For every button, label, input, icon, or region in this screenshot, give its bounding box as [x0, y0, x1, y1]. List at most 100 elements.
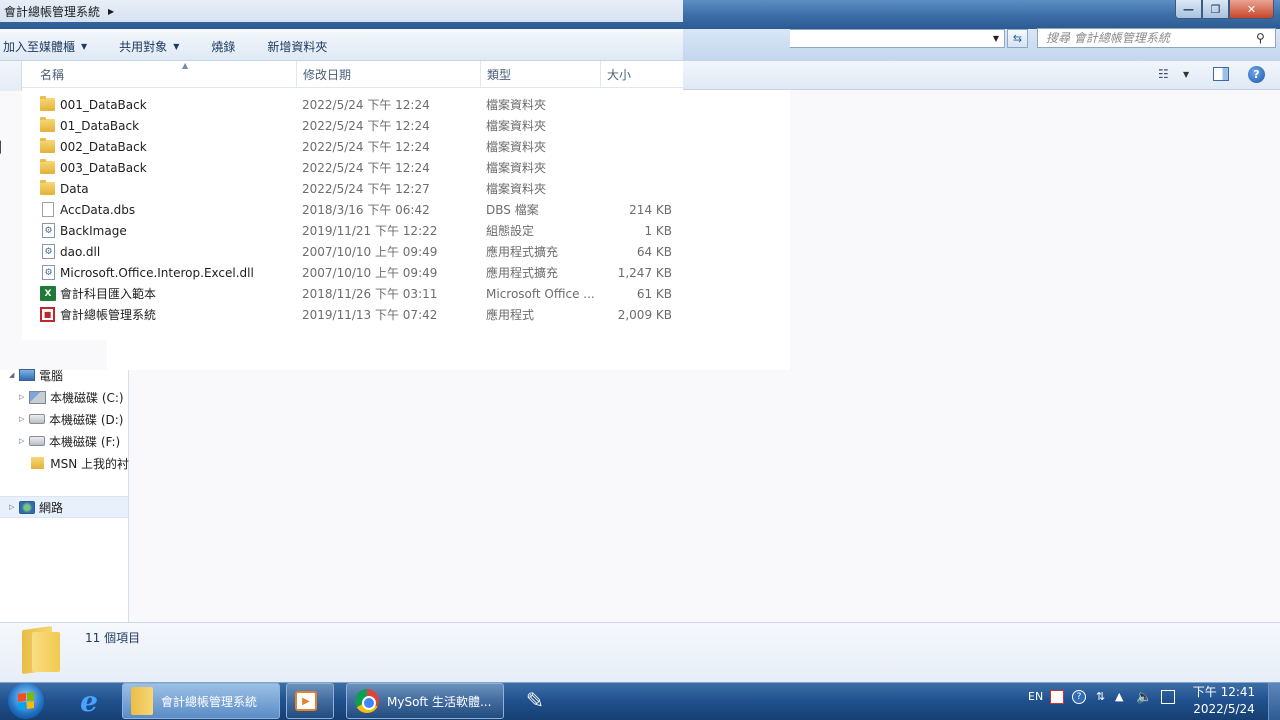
file-icon: [42, 202, 54, 217]
taskbar-chrome-button[interactable]: MySoft 生活軟體...: [346, 683, 504, 719]
help-tray-icon[interactable]: ?: [1072, 690, 1086, 704]
file-type: 應用程式: [486, 308, 535, 322]
file-type: 應用程式擴充: [486, 266, 559, 280]
file-row[interactable]: Data 2022/5/24 下午 12:27 檔案資料夾: [22, 178, 683, 199]
file-name: AccData.dbs: [60, 202, 136, 217]
new-folder-label: 新增資料夾: [267, 39, 328, 54]
new-folder-button[interactable]: 新增資料夾: [264, 38, 330, 55]
file-row[interactable]: AccData.dbs 2018/3/16 下午 06:42 DBS 檔案 214 K…: [22, 199, 683, 220]
network-tray-icon[interactable]: ⇅: [1096, 690, 1105, 703]
file-row[interactable]: 002_DataBack 2022/5/24 下午 12:24 檔案資料夾: [22, 136, 683, 157]
nav-item-network[interactable]: ▷ 網路: [9, 498, 63, 516]
folder-icon: [40, 117, 55, 132]
share-with-button[interactable]: 共用對象 ▼: [116, 38, 182, 55]
pdf-tray-icon[interactable]: [1050, 690, 1064, 704]
file-date: 2007/10/10 上午 09:49: [302, 266, 438, 280]
view-options-icon[interactable]: ☷: [1158, 67, 1169, 81]
start-button[interactable]: [8, 683, 44, 719]
nav-item-msn[interactable]: MSN 上我的衬: [31, 454, 129, 472]
file-row[interactable]: ⚙ dao.dll 2007/10/10 上午 09:49 應用程式擴充 64 KB: [22, 241, 683, 262]
file-row[interactable]: 003_DataBack 2022/5/24 下午 12:24 檔案資料夾: [22, 157, 683, 178]
refresh-button[interactable]: ⇆: [1007, 29, 1028, 48]
show-desktop-button[interactable]: [1268, 683, 1280, 720]
view-chevron-down-icon[interactable]: ▼: [1183, 70, 1189, 79]
help-icon[interactable]: ?: [1248, 66, 1265, 83]
file-row[interactable]: X 會計科目匯入範本 2018/11/26 下午 03:11 Microsoft Of…: [22, 283, 683, 304]
nav-item-computer[interactable]: ◢ 電腦: [9, 366, 63, 384]
expanded-triangle-icon[interactable]: ◢: [9, 371, 19, 379]
file-name: 003_DataBack: [60, 160, 147, 175]
taskbar-explorer-button[interactable]: 會計總帳管理系統: [122, 683, 280, 719]
action-center-icon[interactable]: [1161, 690, 1175, 704]
collapsed-triangle-icon[interactable]: ▷: [19, 393, 29, 401]
file-type: 組態設定: [486, 224, 535, 238]
file-name-cell: ■ 會計總帳管理系統: [40, 304, 156, 325]
file-size: [602, 157, 672, 178]
computer-icon: [19, 369, 35, 381]
volume-icon[interactable]: 🔈: [1136, 690, 1152, 705]
clock[interactable]: 下午 12:41 2022/5/24: [1186, 684, 1262, 718]
minimize-button[interactable]: —: [1175, 0, 1202, 19]
dll-icon: ⚙: [42, 265, 55, 280]
preview-pane-icon[interactable]: [1213, 67, 1229, 81]
column-name[interactable]: 名稱: [34, 61, 296, 88]
nav-item-drive-f[interactable]: ▷ 本機磁碟 (F:): [19, 432, 120, 450]
file-date: 2018/3/16 下午 06:42: [302, 203, 430, 217]
burn-button[interactable]: 燒錄: [208, 38, 238, 55]
file-name-cell: ⚙ dao.dll: [40, 241, 100, 262]
window-title: 會計總帳管理系統: [4, 4, 101, 19]
language-indicator[interactable]: EN: [1028, 690, 1043, 703]
file-name-cell: Data: [40, 178, 89, 199]
address-bar[interactable]: [790, 29, 1005, 48]
file-row[interactable]: ⚙ BackImage 2019/11/21 下午 12:22 組態設定 1 KB: [22, 220, 683, 241]
file-date: 2022/5/24 下午 12:24: [302, 98, 430, 112]
breadcrumb-arrow-icon[interactable]: ▶: [108, 7, 114, 16]
chevron-down-icon: ▼: [81, 41, 88, 51]
search-box[interactable]: ⚲: [1037, 28, 1276, 48]
file-name: dao.dll: [60, 244, 101, 259]
close-button[interactable]: ✕: [1229, 0, 1274, 19]
collapsed-triangle-icon[interactable]: ▷: [19, 415, 29, 423]
file-row[interactable]: ■ 會計總帳管理系統 2019/11/13 下午 07:42 應用程式 2,009 KB: [22, 304, 683, 325]
internet-explorer-icon[interactable]: e: [74, 685, 104, 718]
column-date[interactable]: 修改日期: [296, 61, 480, 88]
chevron-down-icon: ▼: [173, 41, 180, 51]
file-list-background: [683, 90, 790, 370]
collapsed-triangle-icon[interactable]: ▷: [9, 503, 19, 511]
file-type: 檔案資料夾: [486, 98, 547, 112]
add-to-library-button[interactable]: 加入至媒體櫃 ▼: [0, 38, 90, 55]
folder-icon: [40, 138, 55, 153]
file-size: [602, 115, 672, 136]
file-date: 2018/11/26 下午 03:11: [302, 287, 438, 301]
column-size[interactable]: 大小: [600, 61, 680, 88]
nav-item-drive-c[interactable]: ▷ 本機磁碟 (C:): [19, 388, 124, 406]
file-row[interactable]: 001_DataBack 2022/5/24 下午 12:24 檔案資料夾: [22, 94, 683, 115]
nav-item-drive-d[interactable]: ▷ 本機磁碟 (D:): [19, 410, 123, 428]
address-dropdown-icon[interactable]: ▼: [989, 30, 1003, 47]
taskbar-media-player-button[interactable]: ▶: [286, 683, 334, 719]
file-name: Data: [60, 181, 89, 196]
file-name-cell: X 會計科目匯入範本: [40, 283, 156, 304]
file-size: 61 KB: [636, 286, 672, 301]
command-bar: 加入至媒體櫃 ▼ 共用對象 ▼ 燒錄 新增資料夾: [0, 32, 683, 61]
file-row[interactable]: ⚙ Microsoft.Office.Interop.Excel.dll 2007/…: [22, 262, 683, 283]
file-size: [602, 136, 672, 157]
collapsed-triangle-icon[interactable]: ▷: [19, 437, 29, 445]
system-drive-icon: [29, 390, 46, 404]
column-type[interactable]: 類型: [480, 61, 600, 88]
search-input[interactable]: [1046, 31, 1256, 45]
file-size: 1 KB: [644, 223, 672, 238]
file-name: BackImage: [60, 223, 127, 238]
file-type: 檔案資料夾: [486, 140, 547, 154]
show-hidden-icons-icon[interactable]: ▲: [1115, 690, 1123, 703]
paint-icon[interactable]: ✎: [520, 686, 550, 716]
file-type: 檔案資料夾: [486, 161, 547, 175]
maximize-button[interactable]: ❐: [1202, 0, 1229, 19]
file-row[interactable]: 01_DataBack 2022/5/24 下午 12:24 檔案資料夾: [22, 115, 683, 136]
folder-icon: [40, 96, 55, 111]
search-icon[interactable]: ⚲: [1256, 31, 1265, 45]
share-with-label: 共用對象: [119, 39, 168, 54]
file-name: 001_DataBack: [60, 97, 147, 112]
dll-icon: ⚙: [42, 244, 55, 259]
folder-icon: [40, 180, 55, 195]
